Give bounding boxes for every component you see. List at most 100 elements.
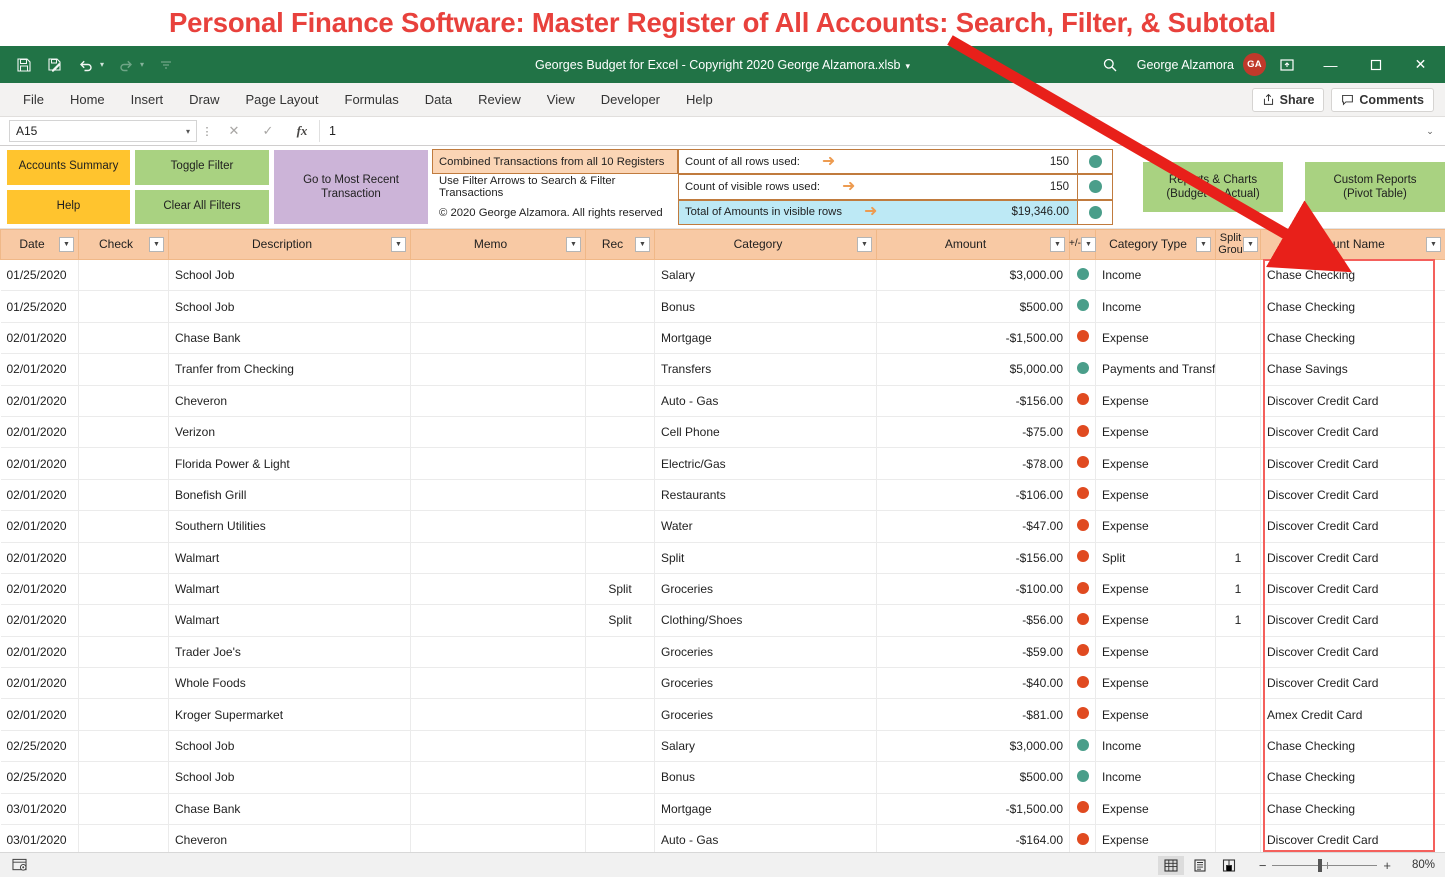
- cell-sign[interactable]: [1070, 322, 1096, 353]
- cell-memo[interactable]: [411, 291, 586, 322]
- table-row[interactable]: 02/01/2020Trader Joe'sGroceries-$59.00Ex…: [1, 636, 1445, 667]
- name-box[interactable]: A15 ▾: [9, 120, 197, 142]
- cell-split-group[interactable]: [1216, 730, 1261, 761]
- cell-description[interactable]: School Job: [169, 762, 411, 793]
- table-row[interactable]: 02/01/2020WalmartSplitClothing/Shoes-$56…: [1, 605, 1445, 636]
- cell-category-type[interactable]: Income: [1096, 762, 1216, 793]
- cell-category-type[interactable]: Payments and Transfers: [1096, 354, 1216, 385]
- avatar[interactable]: GA: [1243, 53, 1266, 76]
- save-as-icon[interactable]: [45, 55, 64, 74]
- cell-rec[interactable]: [586, 479, 655, 510]
- tab-view[interactable]: View: [534, 86, 588, 113]
- cell-split-group[interactable]: [1216, 762, 1261, 793]
- cell-date[interactable]: 02/01/2020: [1, 354, 79, 385]
- cell-sign[interactable]: [1070, 762, 1096, 793]
- cell-sign[interactable]: [1070, 605, 1096, 636]
- cell-category[interactable]: Clothing/Shoes: [655, 605, 877, 636]
- tab-draw[interactable]: Draw: [176, 86, 232, 113]
- table-row[interactable]: 03/01/2020CheveronAuto - Gas-$164.00Expe…: [1, 825, 1445, 852]
- cell-split-group[interactable]: [1216, 416, 1261, 447]
- confirm-icon[interactable]: ✓: [251, 120, 285, 142]
- cell-date[interactable]: 02/01/2020: [1, 605, 79, 636]
- cell-amount[interactable]: -$100.00: [877, 573, 1070, 604]
- cell-amount[interactable]: $3,000.00: [877, 730, 1070, 761]
- cell-category-type[interactable]: Income: [1096, 260, 1216, 291]
- cell-rec[interactable]: [586, 636, 655, 667]
- reports-and-charts-button[interactable]: Reports & Charts (Budget vs Actual): [1143, 162, 1283, 212]
- cell-description[interactable]: School Job: [169, 291, 411, 322]
- cell-amount[interactable]: -$156.00: [877, 542, 1070, 573]
- cell-sign[interactable]: [1070, 730, 1096, 761]
- cell-amount[interactable]: $3,000.00: [877, 260, 1070, 291]
- cell-category[interactable]: Cell Phone: [655, 416, 877, 447]
- cell-category[interactable]: Electric/Gas: [655, 448, 877, 479]
- cell-rec[interactable]: [586, 448, 655, 479]
- cell-category[interactable]: Bonus: [655, 291, 877, 322]
- table-row[interactable]: 02/01/2020Tranfer from CheckingTransfers…: [1, 354, 1445, 385]
- cell-memo[interactable]: [411, 542, 586, 573]
- cell-category[interactable]: Transfers: [655, 354, 877, 385]
- cell-split-group[interactable]: [1216, 385, 1261, 416]
- cell-account-name[interactable]: Chase Checking: [1261, 730, 1445, 761]
- cell-rec[interactable]: [586, 291, 655, 322]
- cell-rec[interactable]: Split: [586, 573, 655, 604]
- cell-category-type[interactable]: Income: [1096, 291, 1216, 322]
- cell-memo[interactable]: [411, 416, 586, 447]
- filter-dropdown-icon[interactable]: ▼: [1426, 237, 1441, 252]
- cell-category-type[interactable]: Expense: [1096, 573, 1216, 604]
- cell-category-type[interactable]: Expense: [1096, 605, 1216, 636]
- save-icon[interactable]: [14, 55, 33, 74]
- custom-reports-button[interactable]: Custom Reports (Pivot Table): [1305, 162, 1445, 212]
- cell-rec[interactable]: [586, 825, 655, 852]
- cell-split-group[interactable]: 1: [1216, 542, 1261, 573]
- cell-sign[interactable]: [1070, 479, 1096, 510]
- cell-split-group[interactable]: 1: [1216, 573, 1261, 604]
- cell-account-name[interactable]: Discover Credit Card: [1261, 825, 1445, 852]
- cell-check[interactable]: [79, 385, 169, 416]
- cell-description[interactable]: Chase Bank: [169, 793, 411, 824]
- title-dropdown-caret[interactable]: ▾: [905, 61, 910, 71]
- filter-dropdown-icon[interactable]: ▼: [1050, 237, 1065, 252]
- cell-amount[interactable]: -$164.00: [877, 825, 1070, 852]
- cell-memo[interactable]: [411, 385, 586, 416]
- chevron-down-icon[interactable]: ▾: [186, 127, 190, 136]
- cell-category-type[interactable]: Expense: [1096, 448, 1216, 479]
- cell-description[interactable]: Cheveron: [169, 385, 411, 416]
- cell-description[interactable]: Southern Utilities: [169, 511, 411, 542]
- cell-sign[interactable]: [1070, 825, 1096, 852]
- tab-help[interactable]: Help: [673, 86, 726, 113]
- cell-account-name[interactable]: Chase Checking: [1261, 260, 1445, 291]
- column-header-sign[interactable]: +/-▼: [1070, 230, 1096, 260]
- cell-description[interactable]: Cheveron: [169, 825, 411, 852]
- cell-date[interactable]: 02/01/2020: [1, 699, 79, 730]
- cell-date[interactable]: 02/01/2020: [1, 573, 79, 604]
- cell-rec[interactable]: Split: [586, 605, 655, 636]
- cell-rec[interactable]: [586, 385, 655, 416]
- cell-account-name[interactable]: Discover Credit Card: [1261, 636, 1445, 667]
- cell-category-type[interactable]: Expense: [1096, 479, 1216, 510]
- comments-button[interactable]: Comments: [1331, 88, 1434, 112]
- cell-sign[interactable]: [1070, 354, 1096, 385]
- cell-description[interactable]: Florida Power & Light: [169, 448, 411, 479]
- cell-date[interactable]: 02/25/2020: [1, 730, 79, 761]
- cell-description[interactable]: School Job: [169, 260, 411, 291]
- table-row[interactable]: 02/01/2020WalmartSplit-$156.00Split1Disc…: [1, 542, 1445, 573]
- cell-memo[interactable]: [411, 479, 586, 510]
- column-header-category-type[interactable]: Category Type▼: [1096, 230, 1216, 260]
- table-row[interactable]: 01/25/2020School JobSalary$3,000.00Incom…: [1, 260, 1445, 291]
- table-row[interactable]: 02/25/2020School JobSalary$3,000.00Incom…: [1, 730, 1445, 761]
- cell-amount[interactable]: -$156.00: [877, 385, 1070, 416]
- cell-date[interactable]: 02/01/2020: [1, 668, 79, 699]
- cell-rec[interactable]: [586, 730, 655, 761]
- cell-category-type[interactable]: Expense: [1096, 793, 1216, 824]
- cell-category-type[interactable]: Expense: [1096, 636, 1216, 667]
- cell-category[interactable]: Mortgage: [655, 793, 877, 824]
- cell-amount[interactable]: -$1,500.00: [877, 793, 1070, 824]
- tab-home[interactable]: Home: [57, 86, 118, 113]
- filter-dropdown-icon[interactable]: ▼: [1196, 237, 1211, 252]
- cell-sign[interactable]: [1070, 542, 1096, 573]
- cell-description[interactable]: Walmart: [169, 542, 411, 573]
- cell-memo[interactable]: [411, 322, 586, 353]
- cell-category[interactable]: Groceries: [655, 668, 877, 699]
- cell-rec[interactable]: [586, 416, 655, 447]
